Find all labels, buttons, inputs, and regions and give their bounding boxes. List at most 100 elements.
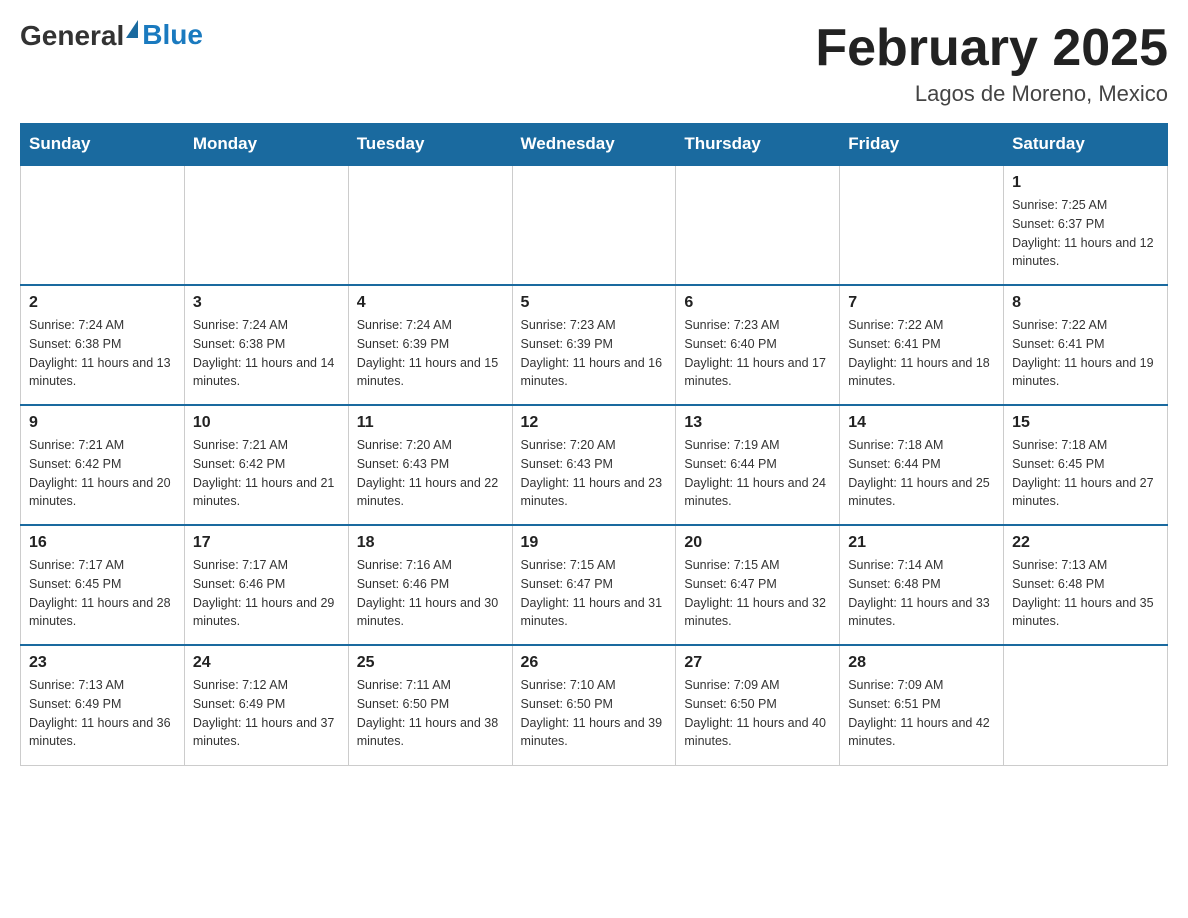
calendar-cell: 13 Sunrise: 7:19 AMSunset: 6:44 PMDayligh… — [676, 405, 840, 525]
day-info: Sunrise: 7:24 AMSunset: 6:38 PMDaylight:… — [193, 316, 340, 391]
calendar-cell: 21 Sunrise: 7:14 AMSunset: 6:48 PMDayligh… — [840, 525, 1004, 645]
day-number: 8 — [1012, 294, 1159, 312]
day-info: Sunrise: 7:20 AMSunset: 6:43 PMDaylight:… — [357, 436, 504, 511]
calendar-cell: 15 Sunrise: 7:18 AMSunset: 6:45 PMDayligh… — [1004, 405, 1168, 525]
day-info: Sunrise: 7:18 AMSunset: 6:45 PMDaylight:… — [1012, 436, 1159, 511]
day-number: 26 — [521, 654, 668, 672]
header-wednesday: Wednesday — [512, 124, 676, 166]
day-info: Sunrise: 7:24 AMSunset: 6:38 PMDaylight:… — [29, 316, 176, 391]
day-info: Sunrise: 7:09 AMSunset: 6:51 PMDaylight:… — [848, 676, 995, 751]
calendar-cell — [21, 165, 185, 285]
calendar-cell: 19Sunrise: 7:15 AMSunset: 6:47 PMDayligh… — [512, 525, 676, 645]
calendar-header-row: SundayMondayTuesdayWednesdayThursdayFrid… — [21, 124, 1168, 166]
calendar-cell — [840, 165, 1004, 285]
week-row-3: 9 Sunrise: 7:21 AMSunset: 6:42 PMDaylight… — [21, 405, 1168, 525]
calendar-cell: 11 Sunrise: 7:20 AMSunset: 6:43 PMDayligh… — [348, 405, 512, 525]
day-number: 4 — [357, 294, 504, 312]
day-info: Sunrise: 7:23 AMSunset: 6:39 PMDaylight:… — [521, 316, 668, 391]
calendar-cell: 18 Sunrise: 7:16 AMSunset: 6:46 PMDayligh… — [348, 525, 512, 645]
day-number: 28 — [848, 654, 995, 672]
calendar-cell: 26 Sunrise: 7:10 AMSunset: 6:50 PMDayligh… — [512, 645, 676, 765]
day-number: 1 — [1012, 174, 1159, 192]
day-info: Sunrise: 7:15 AMSunset: 6:47 PMDaylight:… — [684, 556, 831, 631]
day-number: 21 — [848, 534, 995, 552]
day-number: 10 — [193, 414, 340, 432]
calendar-cell — [1004, 645, 1168, 765]
day-number: 16 — [29, 534, 176, 552]
calendar-table: SundayMondayTuesdayWednesdayThursdayFrid… — [20, 123, 1168, 766]
header-sunday: Sunday — [21, 124, 185, 166]
day-number: 6 — [684, 294, 831, 312]
logo-blue: Blue — [142, 19, 203, 50]
day-info: Sunrise: 7:19 AMSunset: 6:44 PMDaylight:… — [684, 436, 831, 511]
day-number: 22 — [1012, 534, 1159, 552]
day-info: Sunrise: 7:13 AMSunset: 6:49 PMDaylight:… — [29, 676, 176, 751]
calendar-cell: 2Sunrise: 7:24 AMSunset: 6:38 PMDaylight… — [21, 285, 185, 405]
day-number: 15 — [1012, 414, 1159, 432]
day-info: Sunrise: 7:21 AMSunset: 6:42 PMDaylight:… — [193, 436, 340, 511]
day-info: Sunrise: 7:25 AMSunset: 6:37 PMDaylight:… — [1012, 196, 1159, 271]
calendar-cell: 24 Sunrise: 7:12 AMSunset: 6:49 PMDayligh… — [184, 645, 348, 765]
calendar-cell: 12 Sunrise: 7:20 AMSunset: 6:43 PMDayligh… — [512, 405, 676, 525]
header-thursday: Thursday — [676, 124, 840, 166]
day-info: Sunrise: 7:12 AMSunset: 6:49 PMDaylight:… — [193, 676, 340, 751]
day-number: 11 — [357, 414, 504, 432]
day-number: 20 — [684, 534, 831, 552]
calendar-cell: 9 Sunrise: 7:21 AMSunset: 6:42 PMDaylight… — [21, 405, 185, 525]
day-info: Sunrise: 7:20 AMSunset: 6:43 PMDaylight:… — [521, 436, 668, 511]
page-header: General Blue February 2025 Lagos de More… — [20, 20, 1168, 107]
day-number: 13 — [684, 414, 831, 432]
location: Lagos de Moreno, Mexico — [815, 81, 1168, 107]
calendar-cell: 20 Sunrise: 7:15 AMSunset: 6:47 PMDayligh… — [676, 525, 840, 645]
header-monday: Monday — [184, 124, 348, 166]
day-info: Sunrise: 7:10 AMSunset: 6:50 PMDaylight:… — [521, 676, 668, 751]
day-number: 12 — [521, 414, 668, 432]
header-right: February 2025 Lagos de Moreno, Mexico — [815, 20, 1168, 107]
day-info: Sunrise: 7:09 AMSunset: 6:50 PMDaylight:… — [684, 676, 831, 751]
calendar-cell: 17 Sunrise: 7:17 AMSunset: 6:46 PMDayligh… — [184, 525, 348, 645]
logo-triangle-icon — [126, 20, 138, 38]
day-info: Sunrise: 7:17 AMSunset: 6:45 PMDaylight:… — [29, 556, 176, 631]
day-info: Sunrise: 7:18 AMSunset: 6:44 PMDaylight:… — [848, 436, 995, 511]
day-info: Sunrise: 7:16 AMSunset: 6:46 PMDaylight:… — [357, 556, 504, 631]
day-info: Sunrise: 7:22 AMSunset: 6:41 PMDaylight:… — [848, 316, 995, 391]
calendar-cell — [676, 165, 840, 285]
day-info: Sunrise: 7:23 AMSunset: 6:40 PMDaylight:… — [684, 316, 831, 391]
day-number: 19 — [521, 534, 668, 552]
calendar-cell: 14Sunrise: 7:18 AMSunset: 6:44 PMDayligh… — [840, 405, 1004, 525]
header-saturday: Saturday — [1004, 124, 1168, 166]
logo-general: General — [20, 20, 124, 52]
day-number: 27 — [684, 654, 831, 672]
week-row-2: 2Sunrise: 7:24 AMSunset: 6:38 PMDaylight… — [21, 285, 1168, 405]
day-number: 7 — [848, 294, 995, 312]
day-info: Sunrise: 7:21 AMSunset: 6:42 PMDaylight:… — [29, 436, 176, 511]
calendar-cell: 4Sunrise: 7:24 AMSunset: 6:39 PMDaylight… — [348, 285, 512, 405]
day-info: Sunrise: 7:13 AMSunset: 6:48 PMDaylight:… — [1012, 556, 1159, 631]
calendar-cell: 23 Sunrise: 7:13 AMSunset: 6:49 PMDayligh… — [21, 645, 185, 765]
calendar-cell: 25Sunrise: 7:11 AMSunset: 6:50 PMDayligh… — [348, 645, 512, 765]
day-number: 9 — [29, 414, 176, 432]
calendar-cell — [512, 165, 676, 285]
day-number: 3 — [193, 294, 340, 312]
calendar-cell: 22 Sunrise: 7:13 AMSunset: 6:48 PMDayligh… — [1004, 525, 1168, 645]
calendar-cell: 1 Sunrise: 7:25 AMSunset: 6:37 PMDaylight… — [1004, 165, 1168, 285]
header-friday: Friday — [840, 124, 1004, 166]
calendar-cell: 6 Sunrise: 7:23 AMSunset: 6:40 PMDaylight… — [676, 285, 840, 405]
calendar-cell: 3 Sunrise: 7:24 AMSunset: 6:38 PMDaylight… — [184, 285, 348, 405]
day-number: 18 — [357, 534, 504, 552]
day-number: 24 — [193, 654, 340, 672]
day-info: Sunrise: 7:11 AMSunset: 6:50 PMDaylight:… — [357, 676, 504, 751]
day-number: 5 — [521, 294, 668, 312]
calendar-cell: 28 Sunrise: 7:09 AMSunset: 6:51 PMDayligh… — [840, 645, 1004, 765]
day-number: 17 — [193, 534, 340, 552]
header-tuesday: Tuesday — [348, 124, 512, 166]
day-info: Sunrise: 7:14 AMSunset: 6:48 PMDaylight:… — [848, 556, 995, 631]
calendar-cell — [184, 165, 348, 285]
calendar-cell: 7 Sunrise: 7:22 AMSunset: 6:41 PMDaylight… — [840, 285, 1004, 405]
calendar-cell: 10 Sunrise: 7:21 AMSunset: 6:42 PMDayligh… — [184, 405, 348, 525]
logo: General Blue — [20, 20, 203, 52]
day-number: 23 — [29, 654, 176, 672]
day-info: Sunrise: 7:17 AMSunset: 6:46 PMDaylight:… — [193, 556, 340, 631]
calendar-cell: 16 Sunrise: 7:17 AMSunset: 6:45 PMDayligh… — [21, 525, 185, 645]
calendar-cell: 5 Sunrise: 7:23 AMSunset: 6:39 PMDaylight… — [512, 285, 676, 405]
